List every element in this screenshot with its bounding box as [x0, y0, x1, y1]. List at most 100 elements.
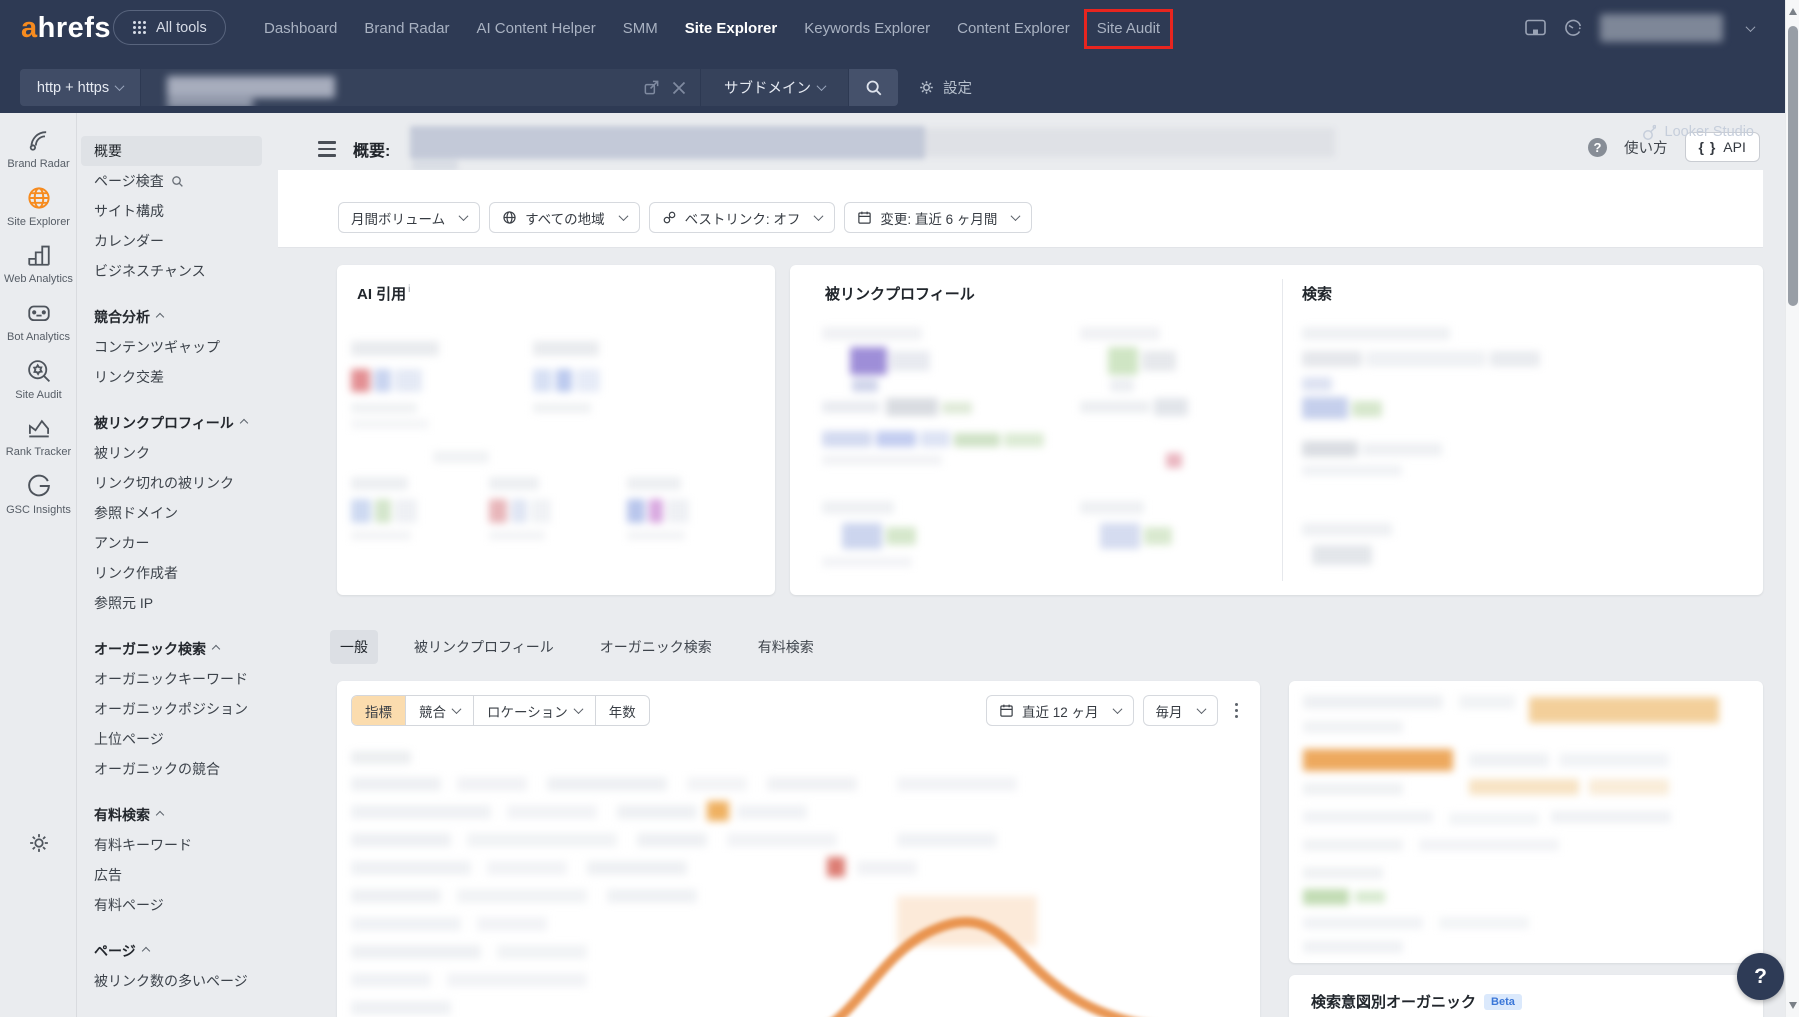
chevron-down-icon[interactable] [1746, 22, 1756, 32]
subnav-overview[interactable]: 概要 [81, 136, 262, 166]
sidebar-item-site-explorer[interactable]: Site Explorer [0, 185, 77, 229]
settings-button[interactable]: 設定 [918, 69, 972, 106]
globe-icon [26, 185, 52, 211]
tab-paid-search[interactable]: 有料検索 [748, 630, 824, 664]
subnav-broken-backlinks[interactable]: リンク切れの被リンク [81, 468, 262, 498]
sidebar-item-rank-tracker[interactable]: Rank Tracker [0, 415, 77, 459]
blurred-orange-chart [777, 871, 1217, 1017]
looker-studio-icon [1641, 124, 1656, 141]
sidebar-item-brand-radar[interactable]: Brand Radar [0, 127, 77, 171]
segment-competitors[interactable]: 競合 [406, 696, 474, 725]
sidebar-item-web-analytics[interactable]: Web Analytics [0, 242, 77, 286]
looker-studio-link[interactable]: Looker Studio [1641, 112, 1754, 152]
subnav-most-linked-pages[interactable]: 被リンク数の多いページ [81, 966, 262, 996]
help-question-icon: ? [1588, 138, 1607, 157]
target-input[interactable] [140, 69, 629, 106]
date-range-dropdown[interactable]: 直近 12 ヶ月 [986, 695, 1134, 726]
volume-filter-dropdown[interactable]: 月間ボリューム [338, 202, 480, 233]
subnav-ref-domains[interactable]: 参照ドメイン [81, 498, 262, 528]
nav-ai-content-helper[interactable]: AI Content Helper [476, 20, 595, 37]
top-navigation-bar: ahrefs All tools Dashboard Brand Radar A… [0, 0, 1799, 113]
sidebar-settings-gear-icon[interactable] [0, 831, 77, 855]
tab-general[interactable]: 一般 [330, 630, 378, 664]
subnav-organic-keywords[interactable]: オーガニックキーワード [81, 664, 262, 694]
scroll-down-arrow-icon[interactable] [1789, 1002, 1797, 1009]
subnav-organic-positions[interactable]: オーガニックポジション [81, 694, 262, 724]
nav-site-audit[interactable]: Site Audit [1097, 20, 1160, 37]
subnav-header-backlink-profile[interactable]: 被リンクプロフィール [81, 408, 262, 438]
nav-site-explorer[interactable]: Site Explorer [685, 20, 778, 37]
subnav-link-authors[interactable]: リンク作成者 [81, 558, 262, 588]
segment-years[interactable]: 年数 [596, 696, 649, 725]
subnav-top-pages[interactable]: 上位ページ [81, 724, 262, 754]
scroll-up-arrow-icon[interactable] [1789, 8, 1797, 15]
card-divider [1282, 279, 1283, 581]
change-period-dropdown[interactable]: 変更: 直近 6 ヶ月間 [844, 202, 1032, 233]
subnav-anchors[interactable]: アンカー [81, 528, 262, 558]
collapse-caret-icon [212, 645, 220, 653]
subnav-ads[interactable]: 広告 [81, 860, 262, 890]
search-title: 検索 [1302, 283, 1332, 304]
subnav-ref-ips[interactable]: 参照元 IP [81, 588, 262, 618]
protocol-dropdown[interactable]: http + https [20, 69, 140, 106]
usage-meter-icon[interactable] [1563, 18, 1583, 38]
scrollbar-thumb[interactable] [1788, 26, 1798, 306]
chevron-down-icon [817, 81, 827, 91]
tab-organic-search[interactable]: オーガニック検索 [590, 630, 722, 664]
region-filter-dropdown[interactable]: すべての地域 [489, 202, 640, 233]
subnav-site-structure[interactable]: サイト構成 [81, 196, 262, 226]
overview-tabs: 一般 被リンクプロフィール オーガニック検索 有料検索 [330, 629, 824, 664]
subnav-page-inspect[interactable]: ページ検査 [81, 166, 262, 196]
subnav-header-pages[interactable]: ページ [81, 936, 262, 966]
tab-backlink-profile[interactable]: 被リンクプロフィール [404, 630, 564, 664]
subnav-paid-keywords[interactable]: 有料キーワード [81, 830, 262, 860]
account-name-blurred[interactable] [1600, 14, 1723, 42]
page-scrollbar[interactable] [1785, 0, 1799, 1017]
filter-band: 月間ボリューム すべての地域 ベストリンク: オフ 変更: 直近 6 ヶ月間 [278, 170, 1763, 248]
segment-metrics[interactable]: 指標 [352, 696, 406, 725]
subnav-header-paid[interactable]: 有料検索 [81, 800, 262, 830]
open-external-icon[interactable] [643, 79, 660, 96]
calendar-icon [857, 210, 872, 225]
subnav-backlinks[interactable]: 被リンク [81, 438, 262, 468]
nav-content-explorer[interactable]: Content Explorer [957, 20, 1070, 37]
subnav-header-organic[interactable]: オーガニック検索 [81, 634, 262, 664]
subnav-link-intersect[interactable]: リンク交差 [81, 362, 262, 392]
all-tools-button[interactable]: All tools [113, 10, 226, 45]
subnav-header-competitive[interactable]: 競合分析 [81, 302, 262, 332]
tool-sidebar: Brand Radar Site Explorer Web Analytics … [0, 113, 77, 1017]
best-links-filter-dropdown[interactable]: ベストリンク: オフ [649, 202, 836, 233]
more-options-kebab-icon[interactable] [1227, 703, 1247, 719]
subnav-content-gap[interactable]: コンテンツギャップ [81, 332, 262, 362]
chevron-down-icon [814, 211, 824, 221]
sidebar-item-site-audit[interactable]: Site Audit [0, 358, 77, 402]
segment-location[interactable]: ロケーション [474, 696, 596, 725]
mode-dropdown[interactable]: サブドメイン [700, 69, 848, 106]
ahrefs-logo[interactable]: ahrefs [21, 12, 111, 45]
nav-keywords-explorer[interactable]: Keywords Explorer [804, 20, 930, 37]
subnav-calendar[interactable]: カレンダー [81, 226, 262, 256]
gear-magnifier-icon [26, 358, 52, 384]
collapse-caret-icon [156, 811, 164, 819]
granularity-dropdown[interactable]: 毎月 [1143, 695, 1218, 726]
panel-icon[interactable] [1525, 19, 1546, 37]
ai-citations-card: AI 引用i [337, 265, 775, 595]
magnifier-icon [171, 175, 184, 188]
sidebar-item-gsc-insights[interactable]: GSC Insights [0, 473, 77, 517]
chevron-down-icon [115, 81, 125, 91]
subnav-opportunities[interactable]: ビジネスチャンス [81, 256, 262, 286]
subnav-organic-competitors[interactable]: オーガニックの競合 [81, 754, 262, 784]
help-fab-button[interactable]: ? [1737, 953, 1784, 1000]
collapse-caret-icon [239, 419, 247, 427]
nav-smm[interactable]: SMM [623, 20, 658, 37]
sidebar-item-bot-analytics[interactable]: Bot Analytics [0, 300, 77, 344]
clear-icon[interactable] [672, 81, 686, 95]
backlink-search-card: 被リンクプロフィール 検索 [790, 265, 1763, 595]
organic-by-intent-card: 検索意図別オーガニックBeta [1289, 975, 1763, 1017]
metrics-segmented-control: 指標 競合 ロケーション 年数 [351, 695, 650, 726]
nav-dashboard[interactable]: Dashboard [264, 20, 337, 37]
nav-brand-radar[interactable]: Brand Radar [364, 20, 449, 37]
search-button[interactable] [848, 69, 898, 106]
subnav-paid-pages[interactable]: 有料ページ [81, 890, 262, 920]
hamburger-menu-icon[interactable] [318, 141, 336, 157]
